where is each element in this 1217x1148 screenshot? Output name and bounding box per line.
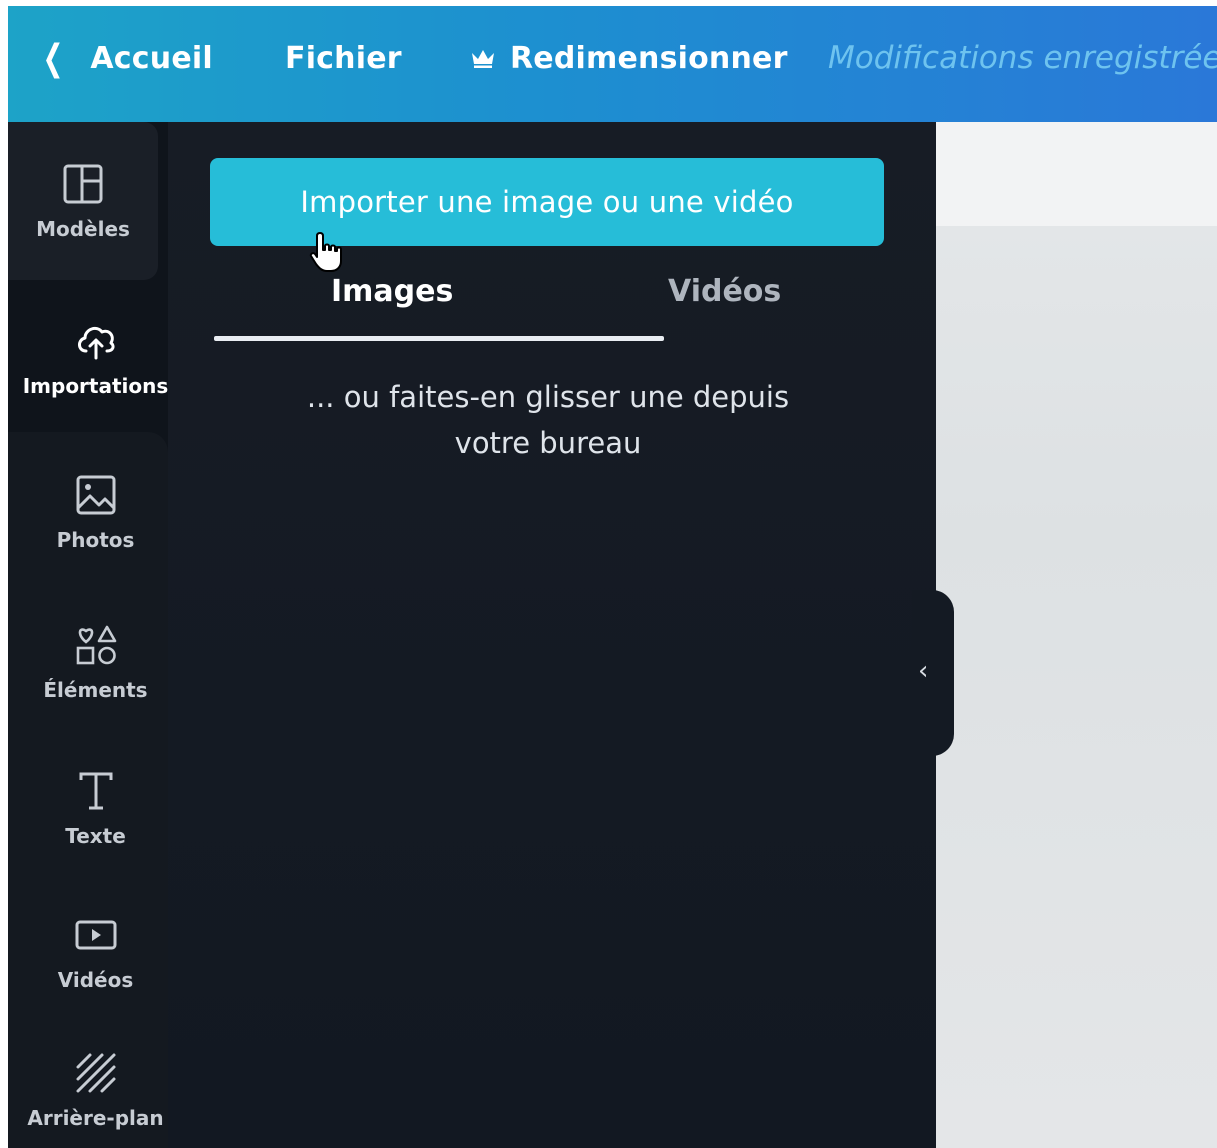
sidebar-item-photos[interactable]: Photos [8,472,183,552]
top-bar: ❮ Accueil Fichier Redimensionner Modific… [8,6,1217,122]
image-icon [76,475,115,515]
sidebar-item-elements[interactable]: Éléments [8,622,183,702]
left-sidebar: Modèles Importations Photos Éléments Tex… [8,122,183,1148]
sidebar-item-label: Photos [56,528,135,552]
hand-cursor-icon [309,232,342,272]
sidebar-item-label: Arrière-plan [27,1106,164,1130]
resize-button[interactable]: Redimensionner [470,36,788,80]
sidebar-item-label: Importations [22,374,169,398]
sidebar-item-videos[interactable]: Vidéos [8,912,183,992]
sidebar-item-text[interactable]: Texte [8,768,183,848]
sidebar-item-label: Éléments [43,678,148,702]
shapes-icon [76,625,116,665]
back-label: Accueil [90,40,213,76]
sidebar-item-uploads[interactable]: Importations [8,318,183,398]
tab-images[interactable]: Images [331,274,453,309]
sidebar-item-label: Vidéos [57,968,134,992]
chevron-left-icon: ❮ [42,37,64,79]
crown-icon [472,50,494,68]
save-status: Modifications enregistrées [828,40,1217,76]
canva-editor-screen: ❮ Accueil Fichier Redimensionner Modific… [8,6,1217,1148]
sidebar-item-background[interactable]: Arrière-plan [8,1050,183,1130]
tab-videos[interactable]: Vidéos [668,274,781,309]
drop-hint-line-2: votre bureau [454,426,642,460]
collapse-panel-button[interactable]: ‹ [912,590,954,756]
file-menu-button[interactable]: Fichier [285,36,402,80]
cloud-upload-icon [77,326,115,360]
video-icon [75,920,116,950]
sidebar-item-label: Modèles [36,217,130,241]
sidebar-item-templates[interactable]: Modèles [8,122,158,280]
text-icon [79,772,112,810]
uploads-panel: Importer une image ou une vidéo Images V… [168,122,936,1148]
drag-drop-hint: ... ou faites-en glisser une depuis votr… [228,374,868,466]
chevron-left-icon: ‹ [918,656,929,686]
active-tab-indicator [214,336,664,341]
sidebar-item-label: Texte [65,824,126,848]
resize-label: Redimensionner [510,40,788,76]
templates-icon [63,164,103,204]
design-canvas-area[interactable] [936,122,1217,1148]
back-to-home-button[interactable]: ❮ Accueil [38,36,213,80]
background-icon [76,1053,115,1093]
drop-hint-line-1: ... ou faites-en glisser une depuis [306,380,790,414]
canvas-top-strip [936,122,1217,226]
